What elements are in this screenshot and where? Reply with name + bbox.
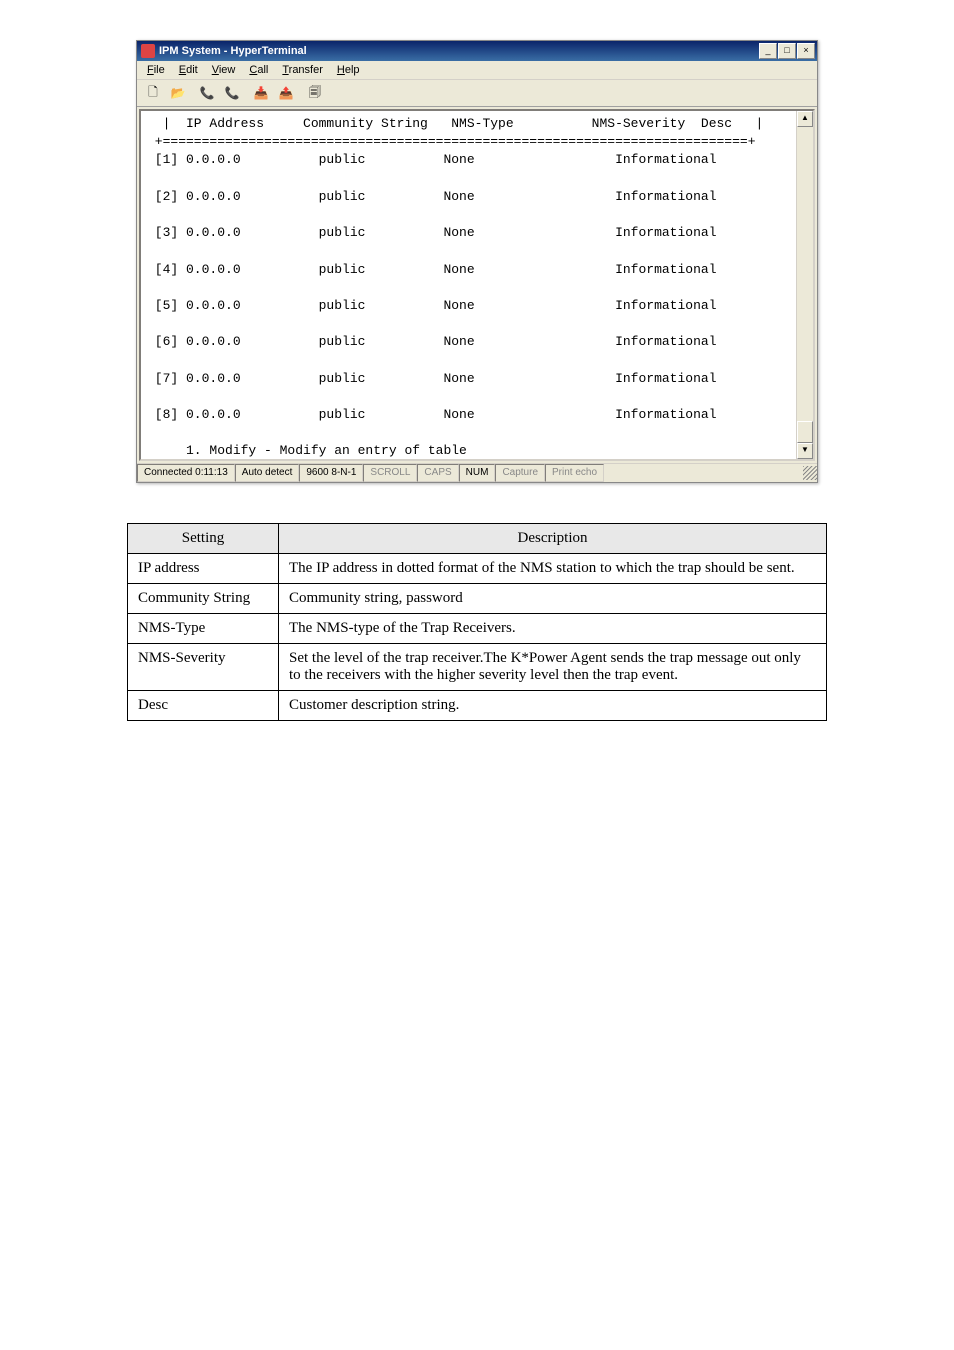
cell-setting: NMS-Type	[128, 614, 279, 644]
header-setting: Setting	[128, 524, 279, 554]
status-caps: CAPS	[417, 464, 458, 482]
terminal-output[interactable]: | IP Address Community String NMS-Type N…	[141, 111, 813, 459]
properties-icon[interactable]: 🗐	[303, 81, 327, 105]
menu-help[interactable]: Help	[331, 63, 366, 77]
statusbar: Connected 0:11:13Auto detect9600 8-N-1SC…	[137, 463, 817, 482]
menu-transfer[interactable]: Transfer	[276, 63, 329, 77]
new-doc-icon[interactable]: 🗋	[141, 81, 165, 105]
disconnect-icon[interactable]: 📞	[220, 81, 244, 105]
status-scroll: SCROLL	[363, 464, 417, 482]
cell-description: Customer description string.	[279, 691, 827, 721]
cell-setting: Desc	[128, 691, 279, 721]
scroll-up-button[interactable]: ▲	[797, 111, 813, 127]
maximize-button[interactable]: □	[778, 43, 796, 59]
table-row: DescCustomer description string.	[128, 691, 827, 721]
menubar: FileEditViewCallTransferHelp	[137, 61, 817, 80]
table-row: NMS-SeveritySet the level of the trap re…	[128, 644, 827, 691]
status-9600-8-n-1: 9600 8-N-1	[299, 464, 363, 482]
app-icon	[141, 44, 155, 58]
minimize-button[interactable]: _	[759, 43, 777, 59]
menu-view[interactable]: View	[206, 63, 242, 77]
table-row: IP addressThe IP address in dotted forma…	[128, 554, 827, 584]
cell-setting: NMS-Severity	[128, 644, 279, 691]
send-icon[interactable]: 📥	[249, 81, 273, 105]
scroll-down-button[interactable]: ▼	[797, 443, 813, 459]
settings-description-table: Setting Description IP addressThe IP add…	[127, 523, 827, 721]
cell-setting: Community String	[128, 584, 279, 614]
cell-setting: IP address	[128, 554, 279, 584]
status-print-echo: Print echo	[545, 464, 604, 482]
header-description: Description	[279, 524, 827, 554]
cell-description: Set the level of the trap receiver.The K…	[279, 644, 827, 691]
table-row: NMS-TypeThe NMS-type of the Trap Receive…	[128, 614, 827, 644]
vertical-scrollbar[interactable]: ▲ ▼	[796, 111, 813, 459]
status-capture: Capture	[495, 464, 545, 482]
hyperterminal-window: IPM System - HyperTerminal _ □ × FileEdi…	[136, 40, 818, 483]
cell-description: The NMS-type of the Trap Receivers.	[279, 614, 827, 644]
titlebar: IPM System - HyperTerminal _ □ ×	[137, 41, 817, 61]
window-title: IPM System - HyperTerminal	[159, 45, 307, 57]
open-icon[interactable]: 📂	[166, 81, 190, 105]
resize-grip[interactable]	[803, 466, 817, 480]
cell-description: The IP address in dotted format of the N…	[279, 554, 827, 584]
toolbar: 🗋📂📞📞📥📤🗐	[137, 80, 817, 107]
menu-call[interactable]: Call	[243, 63, 274, 77]
menu-file[interactable]: File	[141, 63, 171, 77]
cell-description: Community string, password	[279, 584, 827, 614]
receive-icon[interactable]: 📤	[274, 81, 298, 105]
status-connected-0-11-13: Connected 0:11:13	[137, 464, 235, 482]
scroll-thumb[interactable]	[797, 421, 813, 443]
status-num: NUM	[459, 464, 496, 482]
table-header-row: Setting Description	[128, 524, 827, 554]
terminal-area: | IP Address Community String NMS-Type N…	[139, 109, 815, 461]
status-auto-detect: Auto detect	[235, 464, 300, 482]
connect-icon[interactable]: 📞	[195, 81, 219, 105]
menu-edit[interactable]: Edit	[173, 63, 204, 77]
table-row: Community StringCommunity string, passwo…	[128, 584, 827, 614]
close-button[interactable]: ×	[797, 43, 815, 59]
